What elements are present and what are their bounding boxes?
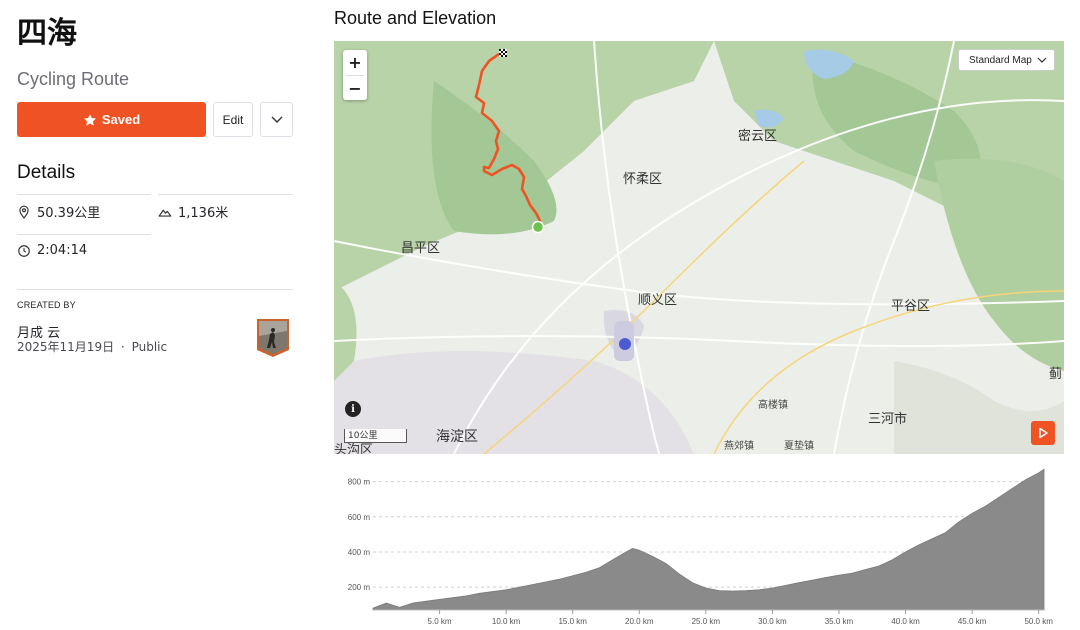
x-tick-label: 10.0 km <box>492 617 521 626</box>
x-tick-label: 40.0 km <box>891 617 920 626</box>
place-gaolou: 高楼镇 <box>758 400 788 411</box>
zoom-in-button[interactable]: + <box>343 50 367 75</box>
mountain-icon <box>158 209 172 217</box>
elevation-stat: 1,136米 <box>158 202 228 221</box>
x-tick-label: 20.0 km <box>625 617 654 626</box>
chevron-down-icon <box>271 116 282 123</box>
clock-icon <box>18 244 30 257</box>
place-shunyi: 顺义区 <box>638 293 678 308</box>
zoom-out-button[interactable]: − <box>343 76 367 101</box>
edit-button[interactable]: Edit <box>213 102 253 137</box>
play-flyover-button[interactable] <box>1031 421 1055 445</box>
divider <box>158 194 293 195</box>
route-type: Cycling Route <box>17 69 130 89</box>
place-sanhe: 三河市 <box>868 412 908 427</box>
chevron-down-icon <box>1037 57 1047 63</box>
creator-meta: 2025年11月19日 · Public <box>17 338 167 355</box>
place-ji: 蓟 <box>1049 367 1063 382</box>
place-pinggu: 平谷区 <box>891 299 931 314</box>
y-tick-label: 200 m <box>348 583 371 592</box>
x-tick-label: 5.0 km <box>428 617 452 626</box>
map-scale: 10公里 <box>344 429 407 443</box>
x-tick-label: 15.0 km <box>558 617 587 626</box>
created-date: 2025年11月19日 <box>17 340 115 354</box>
route-map[interactable]: + − Standard Map 密云区 怀柔区 昌平区 顺义区 平谷区 高楼镇… <box>334 41 1064 454</box>
play-icon <box>1039 427 1048 439</box>
y-tick-label: 400 m <box>348 548 371 557</box>
route-title: 四海 <box>17 16 77 51</box>
y-tick-label: 600 m <box>348 513 371 522</box>
meta-separator: · <box>120 340 125 354</box>
distance-stat: 50.39公里 <box>17 202 100 221</box>
place-changping: 昌平区 <box>401 241 441 256</box>
elevation-chart[interactable]: 200 m 400 m 600 m 800 m 5.0 km 10.0 km 15.0 km… <box>334 456 1064 630</box>
saved-label: Saved <box>101 112 141 127</box>
visibility-label: Public <box>131 340 168 354</box>
divider <box>17 289 293 290</box>
avatar[interactable] <box>255 318 291 358</box>
place-huairou: 怀柔区 <box>623 172 663 187</box>
y-tick-label: 800 m <box>348 478 371 487</box>
more-options-button[interactable] <box>260 102 293 137</box>
saved-button[interactable]: Saved <box>17 102 206 137</box>
elevation-area <box>372 468 1045 611</box>
place-yanjiao: 燕郊镇 <box>724 441 754 452</box>
info-icon[interactable]: i <box>345 401 361 417</box>
elevation-value: 1,136米 <box>178 206 229 221</box>
map-base <box>334 41 1064 454</box>
created-by-label: CREATED BY <box>17 300 76 310</box>
place-miyun: 密云区 <box>738 129 778 144</box>
location-pin-icon <box>19 205 29 219</box>
section-title: Route and Elevation <box>334 8 497 28</box>
place-xiadian: 夏垫镇 <box>784 441 814 452</box>
divider <box>17 234 151 235</box>
place-haidian: 海淀区 <box>436 429 478 445</box>
distance-value: 50.39公里 <box>37 206 101 221</box>
x-tick-label: 50.0 km <box>1024 617 1053 626</box>
details-heading: Details <box>17 162 76 183</box>
time-value: 2:04:14 <box>37 243 88 258</box>
star-icon <box>83 113 96 126</box>
zoom-control: + − <box>343 50 367 100</box>
x-tick-label: 30.0 km <box>758 617 787 626</box>
divider <box>17 194 151 195</box>
x-tick-label: 35.0 km <box>825 617 854 626</box>
map-style-value: Standard Map <box>969 54 1032 66</box>
x-tick-label: 25.0 km <box>692 617 721 626</box>
time-stat: 2:04:14 <box>17 243 87 258</box>
map-style-dropdown[interactable]: Standard Map <box>958 49 1055 71</box>
x-tick-label: 45.0 km <box>958 617 987 626</box>
